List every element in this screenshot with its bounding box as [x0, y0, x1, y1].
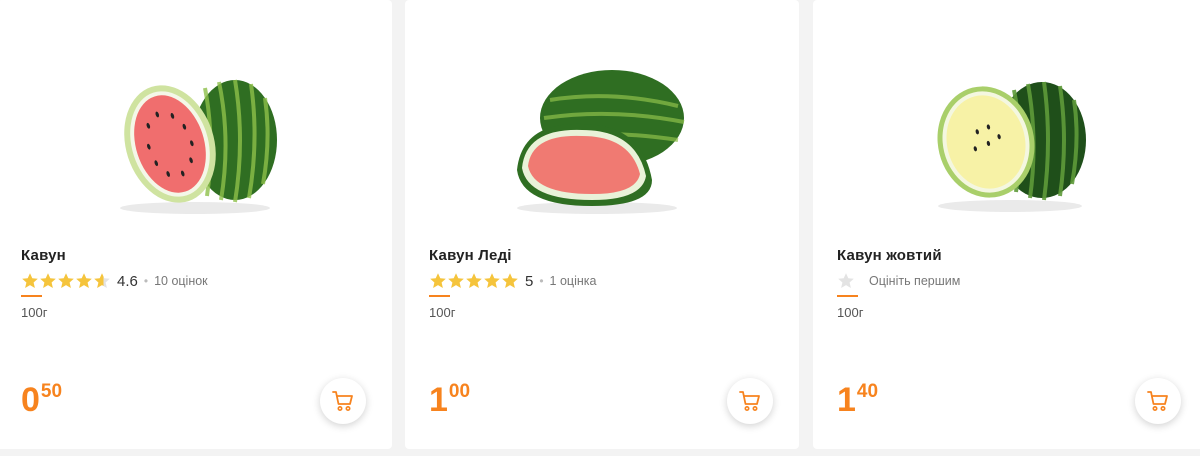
rating: Оцініть першим — [837, 272, 960, 290]
add-to-cart-button[interactable] — [1135, 378, 1181, 424]
add-to-cart-button[interactable] — [727, 378, 773, 424]
cart-icon — [739, 391, 760, 411]
price-fraction: 00 — [448, 381, 471, 402]
cart-icon — [332, 391, 353, 411]
product-weight: 100г — [429, 305, 456, 320]
rating-stars[interactable] — [837, 272, 855, 290]
price-integer: 0 — [21, 381, 40, 419]
red-watermelon-image — [517, 70, 685, 214]
price-fraction: 50 — [40, 381, 63, 402]
star-icon[interactable] — [447, 272, 465, 290]
product-name[interactable]: Кавун жовтий — [837, 247, 942, 264]
rate-first-link[interactable]: Оцініть першим — [869, 274, 960, 288]
star-icon[interactable] — [75, 272, 93, 290]
rating-underline — [837, 295, 858, 297]
star-icon[interactable] — [483, 272, 501, 290]
star-icon[interactable] — [837, 272, 855, 290]
cart-icon — [1147, 391, 1168, 411]
price-fraction: 40 — [856, 381, 879, 402]
product-name[interactable]: Кавун — [21, 247, 66, 264]
rating: 5 • 1 оцінка — [429, 272, 596, 290]
rating-stars[interactable] — [429, 272, 519, 290]
add-to-cart-button[interactable] — [320, 378, 366, 424]
rating-count[interactable]: 1 оцінка — [550, 274, 597, 288]
separator-dot: • — [143, 274, 149, 288]
product-image[interactable] — [813, 60, 1200, 230]
rating: 4.6 • 10 оцінок — [21, 272, 208, 290]
product-image[interactable] — [0, 60, 392, 230]
rating-count[interactable]: 10 оцінок — [154, 274, 208, 288]
rating-underline — [429, 295, 450, 297]
price-integer: 1 — [837, 381, 856, 419]
product-card-kavun[interactable]: Кавун 4.6 • 10 оцінок 100г 0 50 — [0, 0, 392, 449]
product-weight: 100г — [837, 305, 864, 320]
price-integer: 1 — [429, 381, 448, 419]
star-icon[interactable] — [57, 272, 75, 290]
separator-dot: • — [539, 274, 544, 288]
star-icon[interactable] — [429, 272, 447, 290]
product-price: 0 50 — [21, 380, 62, 420]
rating-stars[interactable] — [21, 272, 111, 290]
rating-value: 5 — [525, 272, 534, 290]
product-weight: 100г — [21, 305, 48, 320]
rating-underline — [21, 295, 42, 297]
star-icon[interactable] — [21, 272, 39, 290]
product-card-kavun-ledi[interactable]: Кавун Леді 5 • 1 оцінка 100г 1 00 — [405, 0, 799, 449]
product-card-kavun-zhovtyi[interactable]: Кавун жовтий Оцініть першим 100г 1 40 — [813, 0, 1200, 449]
star-icon[interactable] — [39, 272, 57, 290]
product-image[interactable] — [405, 60, 799, 230]
rating-value: 4.6 — [117, 272, 138, 290]
star-icon[interactable] — [501, 272, 519, 290]
red-watermelon-image — [119, 79, 277, 214]
yellow-watermelon-image — [937, 81, 1086, 212]
product-price: 1 40 — [837, 380, 878, 420]
product-name[interactable]: Кавун Леді — [429, 247, 512, 264]
product-price: 1 00 — [429, 380, 470, 420]
star-icon[interactable] — [465, 272, 483, 290]
star-icon[interactable] — [93, 272, 111, 290]
